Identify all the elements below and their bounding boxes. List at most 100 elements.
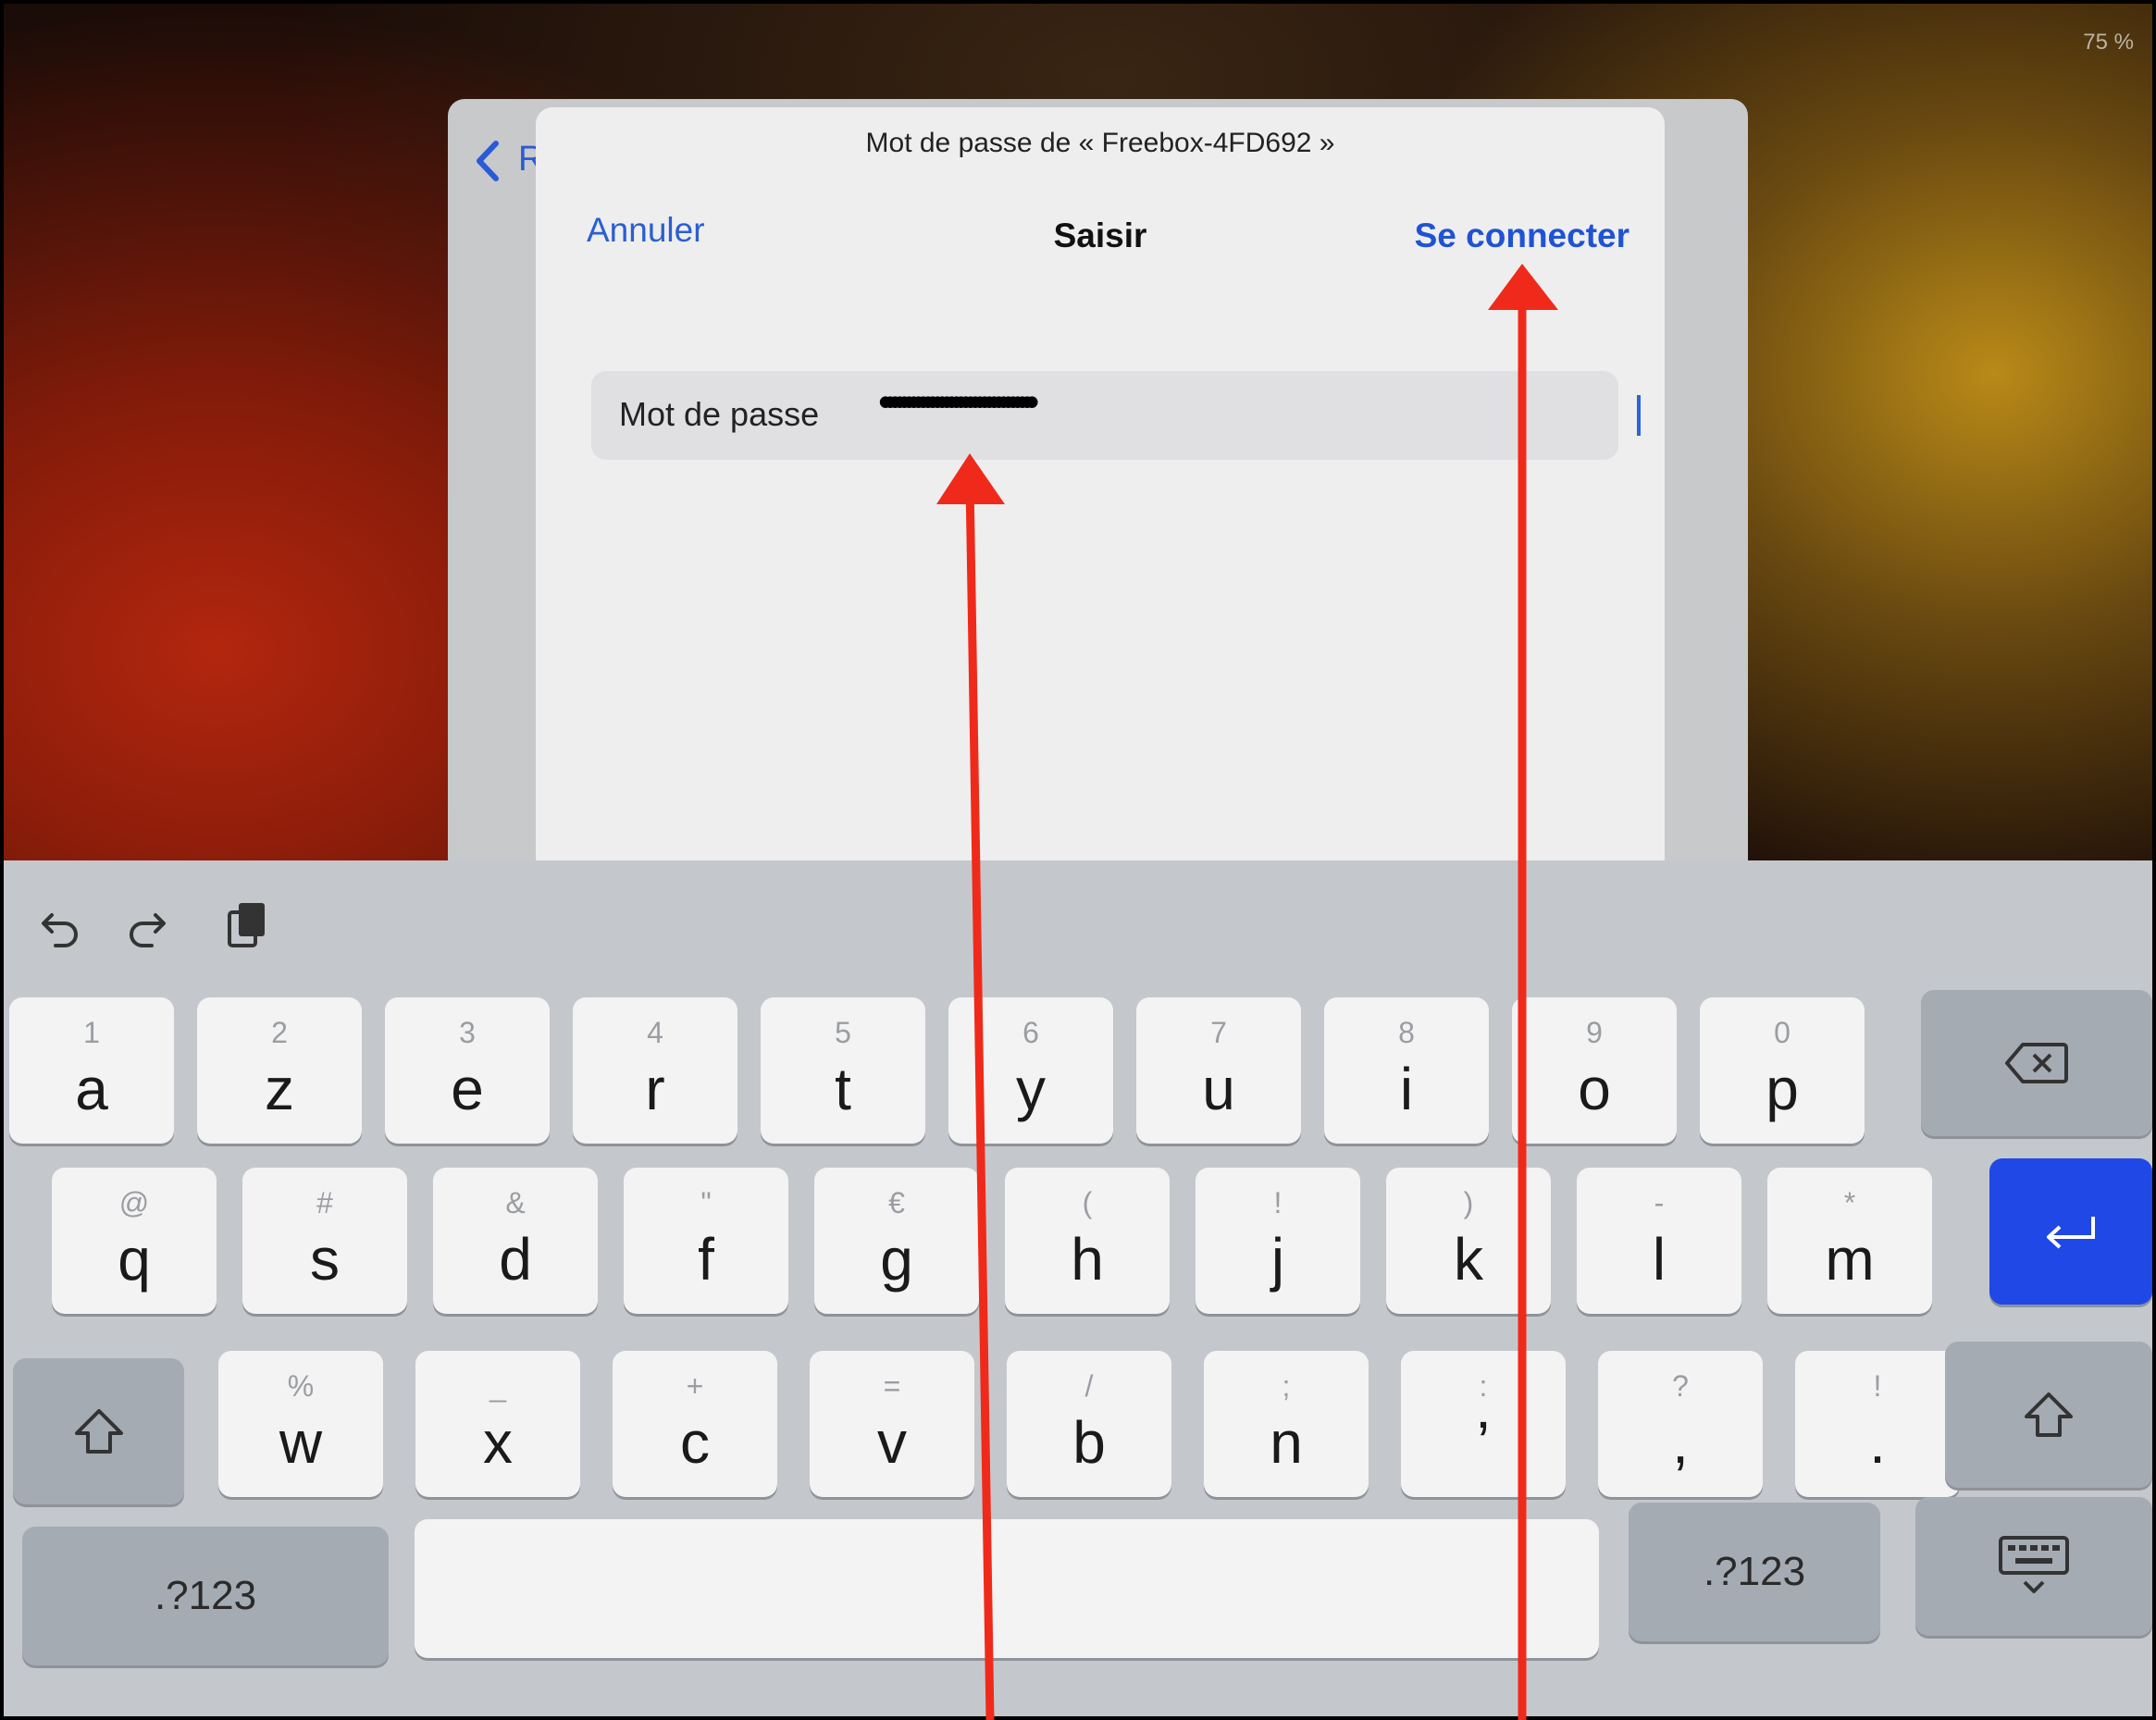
return-key[interactable]: [1989, 1158, 2152, 1305]
key-j[interactable]: ! j: [1196, 1168, 1360, 1314]
key-primary-label: r: [645, 1056, 665, 1122]
key-s[interactable]: # s: [242, 1168, 407, 1314]
key-primary-label: l: [1652, 1226, 1667, 1293]
key-secondary-label: @: [118, 1186, 150, 1219]
key-secondary-label: 0: [1774, 1016, 1790, 1049]
key-secondary-label: !: [1873, 1369, 1882, 1403]
key-punct-8[interactable]: !.: [1795, 1351, 1960, 1497]
key-primary-label: d: [499, 1226, 532, 1293]
backspace-key[interactable]: [1921, 990, 2152, 1136]
key-v[interactable]: = v: [810, 1351, 974, 1497]
key-primary-label: o: [1578, 1056, 1611, 1122]
key-secondary-label: =: [883, 1369, 901, 1403]
key-primary-label: y: [1016, 1056, 1046, 1122]
key-u[interactable]: 7u: [1136, 997, 1301, 1144]
wifi-password-dialog: Mot de passe de « Freebox-4FD692 » Annul…: [536, 107, 1665, 940]
key-y[interactable]: 6y: [948, 997, 1113, 1144]
key-secondary-label: -: [1654, 1186, 1665, 1219]
key-x[interactable]: _ x: [415, 1351, 580, 1497]
key-secondary-label: (: [1082, 1186, 1093, 1219]
key-secondary-label: ;: [1282, 1369, 1291, 1403]
key-secondary-label: !: [1273, 1186, 1282, 1219]
key-primary-label: g: [880, 1226, 913, 1293]
redo-icon[interactable]: [124, 905, 176, 957]
key-secondary-label: +: [686, 1369, 704, 1403]
key-l[interactable]: -l: [1577, 1168, 1741, 1314]
key-secondary-label: 2: [271, 1016, 288, 1049]
shift-icon: [2025, 1392, 2073, 1437]
key-c[interactable]: + c: [613, 1351, 777, 1497]
key-secondary-label: %: [287, 1369, 315, 1403]
keyboard-shortcut-bar: [4, 860, 2152, 971]
key-m[interactable]: * m: [1767, 1168, 1932, 1314]
key-primary-label: z: [265, 1056, 294, 1122]
key-secondary-label: 4: [647, 1016, 663, 1049]
key-k[interactable]: ) k: [1386, 1168, 1551, 1314]
key-z[interactable]: 2z: [197, 997, 362, 1144]
space-bar-label: [415, 1519, 1599, 1658]
space-bar[interactable]: [415, 1519, 1599, 1658]
key-secondary-label: 1: [83, 1016, 100, 1049]
key-secondary-label: ": [700, 1186, 712, 1219]
key-primary-label: ,: [1672, 1409, 1689, 1476]
battery-indicator: 75 %: [2083, 30, 2134, 55]
key-primary-label: h: [1071, 1226, 1104, 1293]
key-primary-label: e: [451, 1056, 484, 1122]
key-primary-label: u: [1202, 1056, 1235, 1122]
key-primary-label: i: [1399, 1056, 1414, 1122]
numbers-key-right[interactable]: .?123: [1629, 1503, 1880, 1641]
chevron-left-icon[interactable]: [474, 140, 502, 182]
key-secondary-label: 9: [1586, 1016, 1603, 1049]
text-caret: [1637, 395, 1641, 436]
key-secondary-label: _: [489, 1369, 506, 1403]
key-secondary-label: 3: [459, 1016, 476, 1049]
key-secondary-label: ): [1463, 1186, 1474, 1219]
key-primary-label: c: [680, 1409, 710, 1476]
paste-icon[interactable]: [222, 899, 274, 951]
key-secondary-label: 7: [1210, 1016, 1227, 1049]
key-secondary-label: 6: [1022, 1016, 1039, 1049]
shift-icon: [74, 1409, 123, 1454]
undo-icon[interactable]: [31, 905, 83, 957]
key-secondary-label: *: [1843, 1186, 1856, 1219]
shift-key-right[interactable]: [1945, 1342, 2152, 1488]
key-primary-label: p: [1766, 1056, 1799, 1122]
key-q[interactable]: @ q: [52, 1168, 217, 1314]
connect-button[interactable]: Se connecter: [1415, 217, 1629, 255]
key-o[interactable]: 9o: [1512, 997, 1677, 1144]
key-g[interactable]: € g: [814, 1168, 979, 1314]
key-h[interactable]: (h: [1005, 1168, 1170, 1314]
key-secondary-label: €: [888, 1186, 905, 1219]
keyboard-dismiss-icon: [1999, 1536, 2069, 1593]
key-secondary-label: #: [316, 1186, 333, 1219]
key-a[interactable]: 1a: [9, 997, 174, 1144]
shift-key-left[interactable]: [13, 1358, 184, 1504]
key-primary-label: .: [1869, 1409, 1886, 1476]
key-primary-label: n: [1270, 1409, 1303, 1476]
key-primary-label: t: [835, 1056, 851, 1122]
key-secondary-label: &: [505, 1186, 526, 1219]
password-input[interactable]: ••••••••••••••••••••••••••••••••: [878, 377, 1039, 427]
key-f[interactable]: " f: [624, 1168, 788, 1314]
password-field-row[interactable]: Mot de passe •••••••••••••••••••••••••••…: [591, 371, 1641, 460]
key-i[interactable]: 8i: [1324, 997, 1489, 1144]
key-primary-label: a: [75, 1056, 108, 1122]
key-punct-7[interactable]: ?,: [1598, 1351, 1763, 1497]
key-punct-6[interactable]: :’: [1401, 1351, 1566, 1497]
key-e[interactable]: 3e: [385, 997, 550, 1144]
numbers-key-label: .?123: [1703, 1549, 1806, 1594]
key-secondary-label: ?: [1672, 1369, 1689, 1403]
key-p[interactable]: 0p: [1700, 997, 1865, 1144]
key-r[interactable]: 4r: [573, 997, 737, 1144]
tablet-screen: 75 % R Mot de passe de « Freebox-4FD692 …: [4, 4, 2152, 1716]
key-t[interactable]: 5t: [761, 997, 925, 1144]
key-n[interactable]: ; n: [1204, 1351, 1369, 1497]
key-secondary-label: 8: [1398, 1016, 1415, 1049]
key-d[interactable]: & d: [433, 1168, 598, 1314]
hide-keyboard-key[interactable]: [1915, 1497, 2152, 1636]
key-w[interactable]: % w: [218, 1351, 383, 1497]
key-primary-label: ’: [1476, 1409, 1491, 1476]
key-b[interactable]: / b: [1007, 1351, 1171, 1497]
key-primary-label: m: [1825, 1226, 1875, 1293]
numbers-key-left[interactable]: .?123: [22, 1527, 389, 1665]
